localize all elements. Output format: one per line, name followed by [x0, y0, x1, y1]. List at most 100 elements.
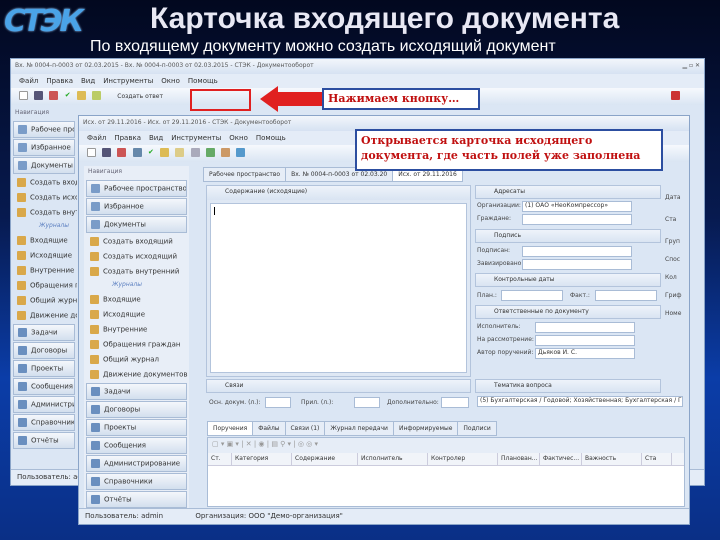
nav-group[interactable]: Проекты: [86, 419, 187, 436]
nav-item[interactable]: Создать входящий: [84, 234, 189, 249]
window-controls[interactable]: ▁ ▫ ✕: [682, 62, 700, 69]
nav-journal-item[interactable]: Внутренние: [11, 263, 77, 278]
plan-date-field[interactable]: [501, 290, 563, 301]
menu-item[interactable]: Помощь: [256, 134, 286, 142]
grid-column-header[interactable]: Ст.: [208, 453, 232, 465]
bottom-tab[interactable]: Файлы: [252, 421, 286, 436]
extra-field[interactable]: [441, 397, 469, 408]
menu-item[interactable]: Окно: [229, 134, 248, 142]
nav-group[interactable]: Задачи: [86, 383, 187, 400]
nav-group[interactable]: Договоры: [86, 401, 187, 418]
nav-group[interactable]: Справочники: [86, 473, 187, 490]
menu-item[interactable]: Инструменты: [171, 134, 221, 142]
nav-journal-item[interactable]: Обращения граждан: [84, 337, 189, 352]
topics-field[interactable]: (5) Бухгалтерская / Годовой; Хозяйственн…: [477, 396, 683, 407]
nav-item[interactable]: Создать внутренний: [11, 205, 77, 220]
bottom-tab[interactable]: Информируемые: [392, 421, 459, 436]
bottom-tab[interactable]: Поручения: [207, 421, 254, 436]
executor-field[interactable]: [535, 322, 635, 333]
nav-item[interactable]: Создать исходящий: [84, 249, 189, 264]
save-as-icon[interactable]: [132, 148, 142, 157]
doc-icon[interactable]: [76, 91, 86, 100]
nav-journal-item[interactable]: Входящие: [84, 292, 189, 307]
nav-journal-item[interactable]: Общий журнал: [11, 293, 77, 308]
nav-journal-item[interactable]: Исходящие: [84, 307, 189, 322]
paste-icon[interactable]: [175, 148, 185, 157]
nav-group[interactable]: Договоры: [13, 342, 75, 359]
nav-group[interactable]: Отчёты: [86, 491, 187, 508]
nav-group[interactable]: Проекты: [13, 360, 75, 377]
menu-item[interactable]: Правка: [114, 134, 141, 142]
print-icon[interactable]: [190, 148, 200, 157]
fact-date-field[interactable]: [595, 290, 657, 301]
nav-group[interactable]: Сообщения: [86, 437, 187, 454]
route-icon[interactable]: [220, 148, 230, 157]
nav-item[interactable]: Создать исходящий: [11, 190, 77, 205]
signed-field[interactable]: [522, 246, 632, 257]
main-doc-field[interactable]: [265, 397, 291, 408]
create-reply-button[interactable]: Создать ответ: [117, 93, 163, 100]
nav-journal-item[interactable]: Исходящие: [11, 248, 77, 263]
grid-column-header[interactable]: Фактичес...: [540, 453, 582, 465]
nav-group[interactable]: Администрирование: [13, 396, 75, 413]
bottom-tab[interactable]: Связи (1): [284, 421, 326, 436]
nav-journal-item[interactable]: Общий журнал: [84, 352, 189, 367]
nav-group[interactable]: Справочники: [13, 414, 75, 431]
grid-column-header[interactable]: Важность: [582, 453, 642, 465]
menu-item[interactable]: Инструменты: [103, 77, 153, 85]
author-field[interactable]: Дьяков И. С.: [535, 348, 635, 359]
nav-group[interactable]: Рабочее пространство: [86, 180, 187, 197]
grid-column-header[interactable]: Ста: [642, 453, 672, 465]
nav-group[interactable]: Администрирование: [86, 455, 187, 472]
new-icon[interactable]: [19, 91, 28, 100]
nav-journal-item[interactable]: Входящие: [11, 233, 77, 248]
nav-group[interactable]: Отчёты: [13, 432, 75, 449]
new-icon[interactable]: [87, 148, 96, 157]
nav-item[interactable]: Создать внутренний: [84, 264, 189, 279]
save-close-icon[interactable]: [117, 148, 127, 157]
grid-column-header[interactable]: Планован...: [498, 453, 540, 465]
check-icon[interactable]: ✔: [65, 91, 71, 100]
grid-column-header[interactable]: Исполнитель: [358, 453, 428, 465]
document-tab[interactable]: Рабочее пространство: [203, 167, 287, 182]
approved-field[interactable]: [522, 259, 632, 270]
doc-icon[interactable]: [160, 148, 170, 157]
attach-field[interactable]: [354, 397, 380, 408]
org-field[interactable]: (1) ОАО «НеоКомпрессор»: [522, 201, 632, 212]
citizens-field[interactable]: [522, 214, 632, 225]
menu-item[interactable]: Помощь: [188, 77, 218, 85]
menu-item[interactable]: Вид: [81, 77, 95, 85]
menu-item[interactable]: Файл: [87, 134, 106, 142]
content-textarea[interactable]: [210, 203, 467, 373]
nav-group[interactable]: Документы: [86, 216, 187, 233]
grid-column-header[interactable]: Содержание: [292, 453, 358, 465]
nav-journal-item[interactable]: Обращения граждан: [11, 278, 77, 293]
save-icon[interactable]: [34, 91, 44, 100]
nav-group[interactable]: Задачи: [13, 324, 75, 341]
nav-journal-item[interactable]: Движение документов: [11, 308, 77, 323]
bottom-tab[interactable]: Журнал передачи: [324, 421, 394, 436]
save-icon[interactable]: [102, 148, 112, 157]
grid-column-header[interactable]: Контролер: [428, 453, 498, 465]
nav-group[interactable]: Избранное: [13, 139, 75, 156]
check-icon[interactable]: ✔: [148, 148, 154, 157]
send-icon[interactable]: [205, 148, 215, 157]
menu-item[interactable]: Правка: [46, 77, 73, 85]
print-icon[interactable]: [92, 91, 102, 100]
menu-item[interactable]: Окно: [161, 77, 180, 85]
bottom-tab[interactable]: Подписи: [457, 421, 497, 436]
help-icon[interactable]: [236, 148, 246, 157]
menu-item[interactable]: Вид: [149, 134, 163, 142]
nav-item[interactable]: Создать входящий: [11, 175, 77, 190]
menu-item[interactable]: Файл: [19, 77, 38, 85]
close-doc-icon[interactable]: [671, 91, 680, 100]
save-close-icon[interactable]: [49, 91, 59, 100]
nav-group[interactable]: Рабочее пространство: [13, 121, 75, 138]
review-field[interactable]: [535, 335, 635, 346]
nav-group[interactable]: Документы: [13, 157, 75, 174]
nav-journal-item[interactable]: Внутренние: [84, 322, 189, 337]
nav-group[interactable]: Избранное: [86, 198, 187, 215]
grid-column-header[interactable]: Категория: [232, 453, 292, 465]
nav-journal-item[interactable]: Движение документов: [84, 367, 189, 382]
nav-group[interactable]: Сообщения: [13, 378, 75, 395]
